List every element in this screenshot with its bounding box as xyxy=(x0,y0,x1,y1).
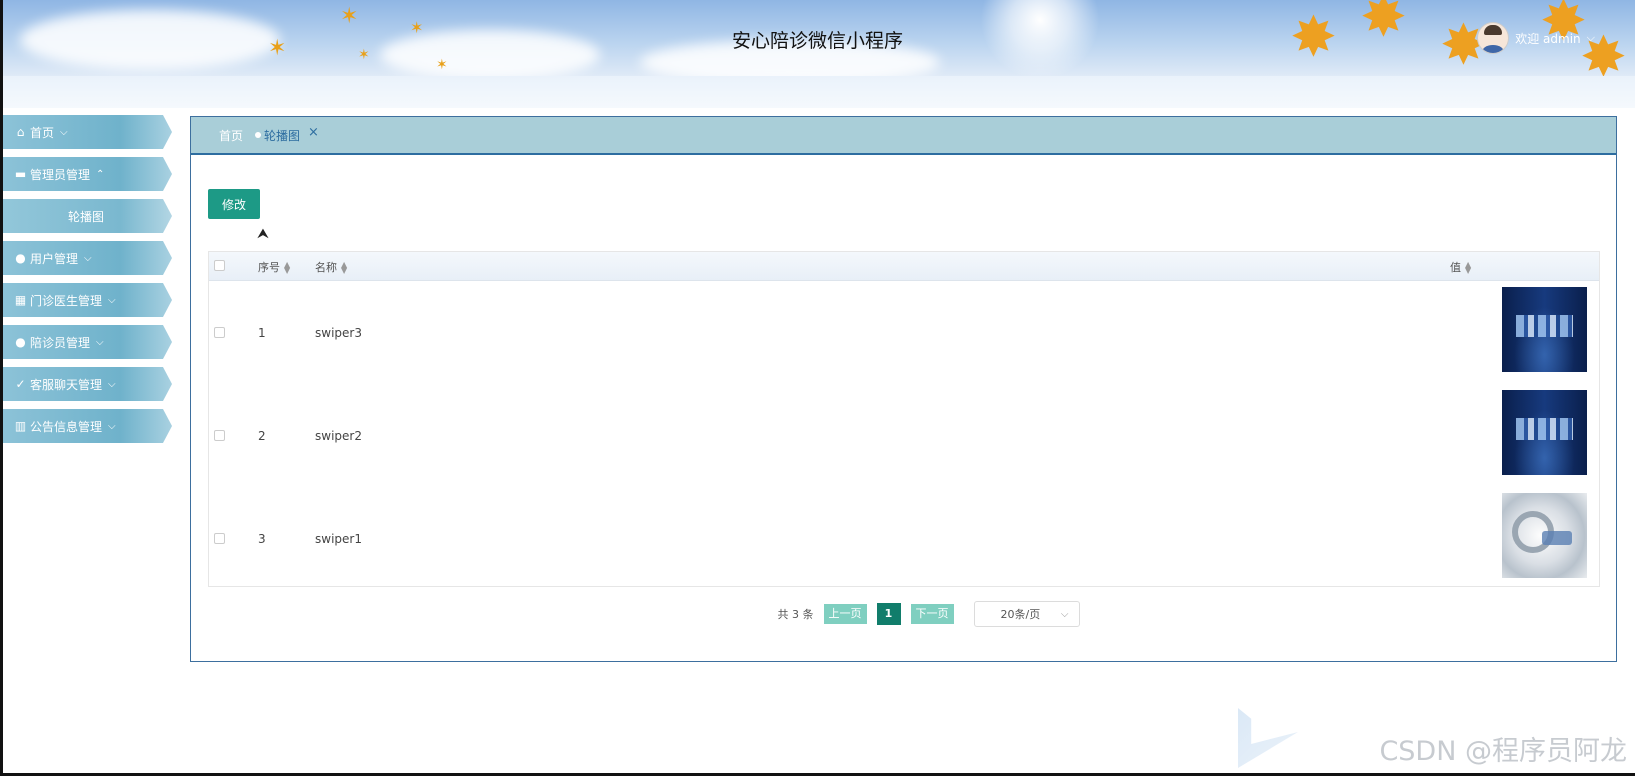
sidebar-subitem-swiper[interactable]: 轮播图 xyxy=(0,199,172,233)
sidebar-item-label: 陪诊员管理 xyxy=(30,335,91,350)
briefcase-icon: ▬ xyxy=(14,166,27,181)
pagination: 共 3 条 上一页 1 下一页 20条/页 ⌵ xyxy=(191,601,1616,627)
tab-home[interactable]: 首页 xyxy=(219,127,243,144)
prev-page-button[interactable]: 上一页 xyxy=(823,604,867,624)
row-checkbox[interactable] xyxy=(214,430,225,441)
welcome-text: 欢迎 admin xyxy=(1515,31,1581,46)
column-header-index[interactable]: 序号 ▲ ▼ xyxy=(258,259,290,275)
table-row[interactable]: 3 swiper1 xyxy=(209,487,1599,590)
chevron-down-icon: ⌵ xyxy=(84,252,92,264)
check-circle-icon: ✓ xyxy=(15,376,26,391)
window-border xyxy=(0,0,3,776)
sidebar-item-label: 轮播图 xyxy=(67,209,104,224)
close-icon[interactable]: × xyxy=(308,125,319,140)
chevron-down-icon: ⌵ xyxy=(96,336,104,348)
building-icon: ▦ xyxy=(14,292,27,307)
sidebar-item-label: 客服聊天管理 xyxy=(30,377,103,392)
sidebar-item[interactable]: ● 陪诊员管理 ⌵ xyxy=(0,325,172,359)
sidebar-item[interactable]: ▦ 门诊医生管理 ⌵ xyxy=(0,283,172,317)
sort-icon: ▲ ▼ xyxy=(1465,260,1472,275)
sidebar-item[interactable]: ⌂ 首页 ⌵ xyxy=(0,115,172,149)
chevron-down-icon: ⌵ xyxy=(108,294,116,306)
tab-swiper[interactable]: 轮播图 × xyxy=(255,125,319,144)
column-header-value[interactable]: 值 ▲ ▼ xyxy=(1450,259,1471,275)
leaf-decoration: ✶ xyxy=(436,57,448,73)
swiper-image-thumbnail[interactable] xyxy=(1502,493,1587,578)
sidebar-item-label: 公告信息管理 xyxy=(30,419,103,434)
chevron-up-icon: ⌃ xyxy=(96,168,105,180)
main-panel: 首页 轮播图 × 修改 ⮝ 序号 ▲ ▼ 名称 ▲ ▼ 值 ▲ ▼ 1 swiper3 2 swi… xyxy=(190,116,1617,662)
app-title: 安心陪诊微信小程序 xyxy=(731,30,903,52)
watermark: CSDN @程序员阿龙 xyxy=(1379,736,1627,767)
cell-index: 1 xyxy=(258,326,266,340)
table-body: 1 swiper3 2 swiper2 3 swiper1 xyxy=(209,281,1599,590)
user-icon: ● xyxy=(15,334,26,349)
sidebar-item[interactable]: ▥ 公告信息管理 ⌵ xyxy=(0,409,172,443)
table-row[interactable]: 2 swiper2 xyxy=(209,384,1599,487)
leaf-decoration: ✶ xyxy=(340,4,359,29)
sidebar-item[interactable]: ▬ 管理员管理 ⌃ xyxy=(0,157,172,191)
row-checkbox[interactable] xyxy=(214,327,225,338)
cell-index: 3 xyxy=(258,532,266,546)
chevron-down-icon: ⌵ xyxy=(108,378,116,390)
sidebar-item[interactable]: ✓ 客服聊天管理 ⌵ xyxy=(0,367,172,401)
avatar[interactable] xyxy=(1477,22,1510,54)
sort-icon: ▲ ▼ xyxy=(341,260,348,275)
cell-name: swiper2 xyxy=(315,429,362,443)
chevron-down-icon: ⌵ xyxy=(60,126,68,138)
cell-name: swiper3 xyxy=(315,326,362,340)
tab-label: 轮播图 xyxy=(264,128,301,143)
data-table: 序号 ▲ ▼ 名称 ▲ ▼ 值 ▲ ▼ 1 swiper3 2 swiper2 3 swiper1 xyxy=(208,251,1600,587)
edit-button[interactable]: 修改 xyxy=(208,189,260,219)
header-subbar xyxy=(0,76,1635,108)
sidebar-item-label: 门诊医生管理 xyxy=(30,293,103,308)
header-banner: ✶ ✶ ✶ ✶ ✶ ✸ ✸ ✸ ✸ ✸ 安心陪诊微信小程序 欢迎 admin ⌵ xyxy=(0,0,1635,76)
sidebar-item-label: 管理员管理 xyxy=(30,167,91,182)
table-row[interactable]: 1 swiper3 xyxy=(209,281,1599,384)
sidebar-item[interactable]: ● 用户管理 ⌵ xyxy=(0,241,172,275)
sort-icon: ▲ ▼ xyxy=(284,260,291,275)
home-icon: ⌂ xyxy=(16,124,25,139)
swiper-image-thumbnail[interactable] xyxy=(1502,287,1587,372)
chevron-down-icon[interactable]: ⌵ xyxy=(1587,31,1595,45)
user-menu[interactable]: 欢迎 admin ⌵ xyxy=(1477,22,1595,54)
mouse-cursor-icon: ⮝ xyxy=(257,226,269,242)
tab-bar: 首页 轮播图 × xyxy=(191,117,1616,155)
select-all-checkbox[interactable] xyxy=(214,260,225,271)
sidebar-item-label: 用户管理 xyxy=(30,251,79,266)
table-header: 序号 ▲ ▼ 名称 ▲ ▼ 值 ▲ ▼ xyxy=(209,252,1599,281)
next-page-button[interactable]: 下一页 xyxy=(910,604,954,624)
page-size-select[interactable]: 20条/页 ⌵ xyxy=(973,601,1080,627)
watermark-logo xyxy=(1238,708,1298,768)
cell-index: 2 xyxy=(258,429,266,443)
cell-name: swiper1 xyxy=(315,532,362,546)
swiper-image-thumbnail[interactable] xyxy=(1502,390,1587,475)
page-size-value: 20条/页 xyxy=(1000,608,1041,621)
row-checkbox[interactable] xyxy=(214,533,225,544)
total-count: 共 3 条 xyxy=(777,608,814,621)
chevron-down-icon: ⌵ xyxy=(1060,608,1069,620)
page-number-button[interactable]: 1 xyxy=(876,603,901,625)
user-icon: ● xyxy=(15,250,26,265)
sidebar-item-label: 首页 xyxy=(30,125,55,140)
column-header-name[interactable]: 名称 ▲ ▼ xyxy=(315,259,347,275)
sidebar: ⌂ 首页 ⌵ ▬ 管理员管理 ⌃ 轮播图 ● 用户管理 ⌵ ▦ 门诊医生管理 ⌵ ● 陪诊员管理 ⌵ ✓ 客服聊天… xyxy=(0,115,175,451)
chart-icon: ▥ xyxy=(14,418,27,433)
active-dot-icon xyxy=(255,132,262,138)
chevron-down-icon: ⌵ xyxy=(108,420,116,432)
